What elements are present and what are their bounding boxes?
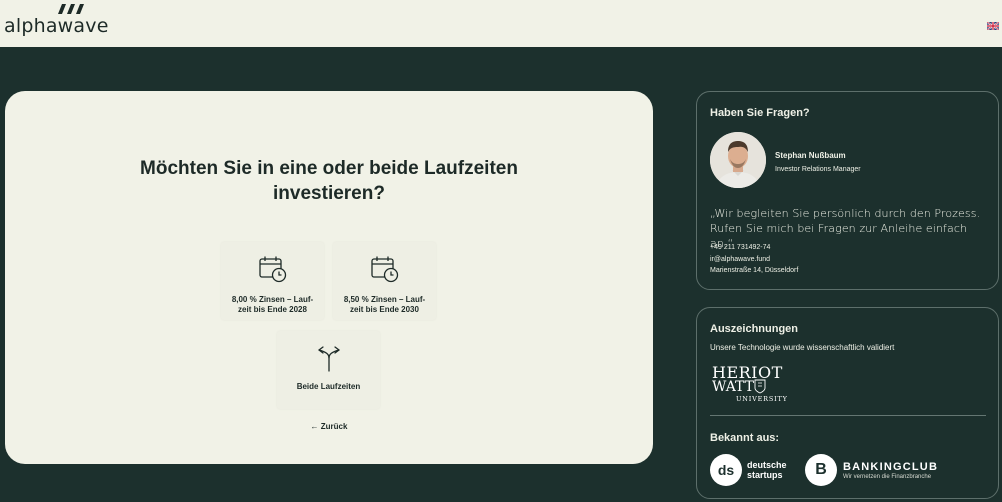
address-text: Marienstraße 14, Düsseldorf xyxy=(710,267,799,274)
awards-subtitle: Unsere Technologie wurde wissenschaftlic… xyxy=(710,343,895,352)
awards-heading: Auszeichnungen xyxy=(710,323,799,335)
heriot-watt-logo: HERIOT WATT UNIVERSITY xyxy=(712,363,788,403)
person-name: Stephan Nußbaum xyxy=(775,151,846,160)
svg-text:WATT: WATT xyxy=(712,379,755,395)
option-term-2028[interactable]: 8,00 % Zinsen – Lauf- zeit bis Ende 2028 xyxy=(221,242,324,320)
questions-card: Haben Sie Fragen? Stephan Nußbaum Invest… xyxy=(696,91,999,290)
option-label: Beide Laufzeiten xyxy=(296,382,361,391)
back-link[interactable]: ← Zurück xyxy=(5,422,653,431)
option-term-2030[interactable]: 8,50 % Zinsen – Lauf- zeit bis Ende 2030 xyxy=(333,242,436,320)
top-bar: alphawave xyxy=(0,0,1002,47)
option-both-terms[interactable]: Beide Laufzeiten xyxy=(277,331,380,409)
logo-text: alphawave xyxy=(4,15,109,37)
option-label: 8,50 % Zinsen – Lauf- zeit bis Ende 2030 xyxy=(343,295,426,314)
bankingclub-logo[interactable]: B BANKINGCLUB Wir vernetzen die Finanzbr… xyxy=(805,454,938,486)
calendar-clock-icon xyxy=(258,256,286,283)
ds-mark: ds xyxy=(710,454,742,486)
investment-question-card: Möchten Sie in eine oder beide Laufzeite… xyxy=(5,91,653,464)
calendar-clock-icon xyxy=(370,256,398,283)
alphawave-mark-icon xyxy=(58,4,84,14)
deutsche-startups-logo[interactable]: ds deutsche startups xyxy=(710,454,787,486)
option-label: 8,00 % Zinsen – Lauf- zeit bis Ende 2028 xyxy=(231,295,314,314)
email-link[interactable]: ir@alphawave.fund xyxy=(710,256,770,263)
avatar xyxy=(710,132,766,188)
divider xyxy=(710,415,986,416)
questions-heading: Haben Sie Fragen? xyxy=(710,107,810,119)
known-from-heading: Bekannt aus: xyxy=(710,432,780,444)
person-role: Investor Relations Manager xyxy=(775,166,861,173)
bankingclub-mark: B xyxy=(805,454,837,486)
uk-flag-icon[interactable] xyxy=(987,22,999,30)
svg-text:UNIVERSITY: UNIVERSITY xyxy=(736,395,788,403)
awards-card: Auszeichnungen Unsere Technologie wurde … xyxy=(696,307,999,499)
split-arrows-icon xyxy=(317,346,340,372)
person-photo xyxy=(710,132,766,188)
page-title: Möchten Sie in eine oder beide Laufzeite… xyxy=(140,158,518,204)
phone-link[interactable]: +49 211 731492-74 xyxy=(710,244,770,251)
